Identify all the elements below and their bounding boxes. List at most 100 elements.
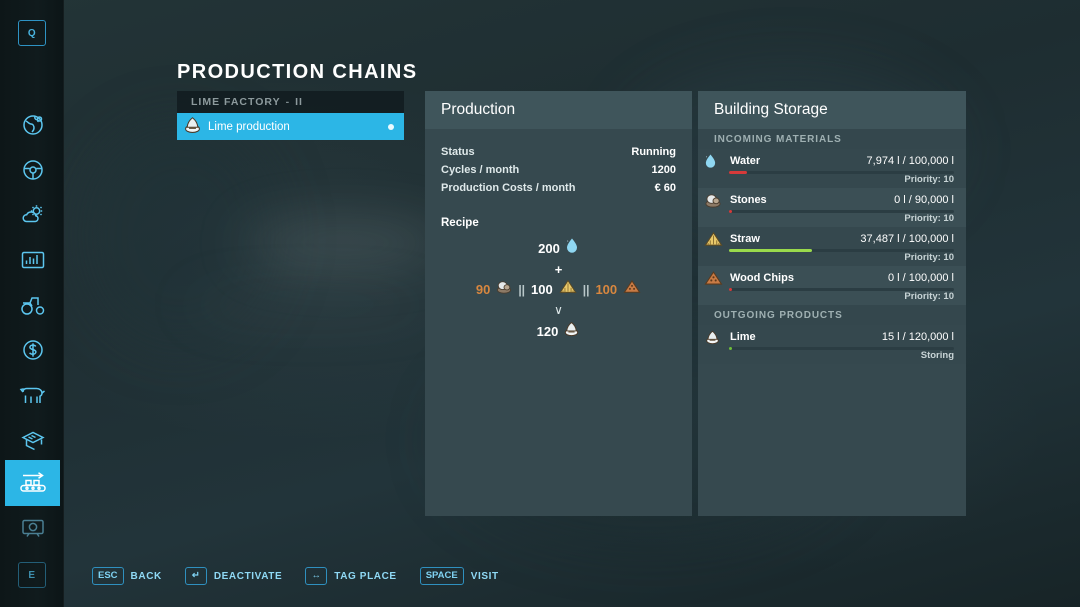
storage-row-progress-fill [729,249,813,252]
storage-row-name: Water [730,154,761,167]
stat-label: Production Costs / month [441,182,576,194]
help-label-visit: VISIT [470,570,499,582]
production-panel-header: Production [425,91,692,129]
storage-row-progress-fill [729,347,733,350]
storage-row-priority: Priority: 10 [904,291,954,302]
help-item-back[interactable]: ESC BACK [92,567,162,585]
recipe-input-alternatives: 90 || 100 || 100 [425,279,692,300]
storage-row-amount: 15 l / 120,000 l [881,330,954,343]
chain-row-label: Lime production [208,120,290,133]
storage-row-wood-chips[interactable]: Wood Chips 0 l / 100,000 l Priority: 10 [698,266,966,305]
wood-chips-icon [704,270,724,286]
background-scenery [80,120,280,350]
storage-row-progress-fill [729,171,747,174]
straw-icon [704,231,724,247]
recipe-alt-separator: || [582,282,590,297]
tractor-icon [19,294,47,316]
water-drop-icon [704,153,724,169]
help-item-tag-place[interactable]: ↔ TAG PLACE [305,567,396,585]
recipe-arrow-down: ∨ [554,303,563,317]
storage-row-amount: 7,974 l / 100,000 l [866,154,954,167]
sidebar-item-statistics[interactable] [5,237,60,283]
storage-row-priority: Priority: 10 [904,174,954,185]
sidebar-item-radio[interactable] [5,505,60,551]
globe-icon [21,113,45,137]
storage-row-name: Stones [730,193,767,206]
chain-row-lime-production[interactable]: Lime production [177,113,404,140]
section-label-outgoing: OUTGOING PRODUCTS [698,305,966,325]
key-esc: ESC [92,567,124,585]
stat-label: Status [441,146,475,158]
storage-row-priority: Priority: 10 [904,252,954,263]
production-chain-list: LIME FACTORY - II Lime production [177,91,404,140]
game-menu-screen: Q E PRODUCTION CHAINS LIME FACTORY - II … [0,0,1080,607]
help-item-deactivate[interactable]: ↵ DEACTIVATE [184,567,283,585]
sidebar-item-weather[interactable] [5,192,60,238]
storage-row-amount: 37,487 l / 100,000 l [860,232,954,245]
chain-group-separator: - [285,96,291,108]
key-enter: ↵ [184,567,207,585]
stones-icon [704,192,724,208]
recipe-amount: 100 [531,281,553,297]
storage-row-amount: 0 l / 100,000 l [887,271,954,284]
help-label-back: BACK [130,570,162,582]
storage-row-amount: 0 l / 90,000 l [894,193,954,206]
sidebar-item-fields[interactable] [5,282,60,328]
lime-icon [563,320,580,343]
storage-row-water[interactable]: Water 7,974 l / 100,000 l Priority: 10 [698,149,966,188]
sidebar-item-production-chains[interactable] [5,460,60,506]
stat-label: Cycles / month [441,164,520,176]
key-space: SPACE [419,567,464,585]
sidebar: Q E [0,0,64,607]
storage-row-straw[interactable]: Straw 37,487 l / 100,000 l Priority: 10 [698,227,966,266]
recipe-plus: + [554,262,563,277]
weather-icon [20,203,46,227]
storage-row-status: Storing [920,350,954,361]
sidebar-prev-tab-key[interactable]: Q [18,20,46,46]
recipe-amount: 200 [538,240,560,256]
storage-panel-header: Building Storage [698,91,966,129]
stat-row-costs: Production Costs / month € 60 [441,179,676,197]
storage-row-name: Lime [730,330,756,343]
sidebar-item-animals[interactable] [5,372,60,418]
key-left-right: ↔ [305,567,328,585]
lime-icon [183,115,202,139]
sidebar-item-map[interactable] [5,102,60,148]
help-item-visit[interactable]: SPACE VISIT [419,567,499,585]
steering-wheel-icon [21,158,45,182]
recipe-amount: 100 [595,281,618,297]
chain-group-title: LIME FACTORY [191,96,281,108]
water-drop-icon [565,237,579,260]
stat-row-cycles: Cycles / month 1200 [441,161,676,179]
storage-row-lime[interactable]: Lime 15 l / 120,000 l Storing [698,325,966,364]
help-bar: ESC BACK ↵ DEACTIVATE ↔ TAG PLACE SPACE … [92,567,499,585]
recipe-title: Recipe [441,217,479,229]
stat-value: € 60 [654,182,676,194]
chain-group-suffix: II [295,96,303,108]
storage-row-progress-fill [729,210,733,213]
sidebar-next-tab-key[interactable]: E [18,562,46,588]
production-panel: Production Status Running Cycles / month… [425,91,692,516]
lime-icon [704,329,724,345]
background-scenery [240,220,450,266]
storage-row-stones[interactable]: Stones 0 l / 90,000 l Priority: 10 [698,188,966,227]
help-label-deactivate: DEACTIVATE [213,570,283,582]
sidebar-item-vehicles[interactable] [5,147,60,193]
conveyor-icon [17,470,49,496]
recipe-amount: 90 [475,281,491,297]
page-title: PRODUCTION CHAINS [177,61,418,83]
sidebar-item-contracts[interactable] [5,417,60,463]
chain-row-status-dot [388,123,394,130]
stones-icon [496,279,512,300]
recipe-input-primary: 200 [425,237,692,260]
sidebar-item-finances[interactable] [5,327,60,373]
production-stats: Status Running Cycles / month 1200 Produ… [425,129,692,197]
stat-value: 1200 [651,164,676,176]
storage-row-name: Wood Chips [730,271,794,284]
recipe-body: 200 + 90 || 100 || 100 ∨ 120 [425,229,692,343]
straw-icon [559,279,577,300]
storage-row-priority: Priority: 10 [904,213,954,224]
statistics-icon [20,249,46,271]
storage-row-progress-fill [729,288,733,291]
dollar-icon [21,338,45,362]
